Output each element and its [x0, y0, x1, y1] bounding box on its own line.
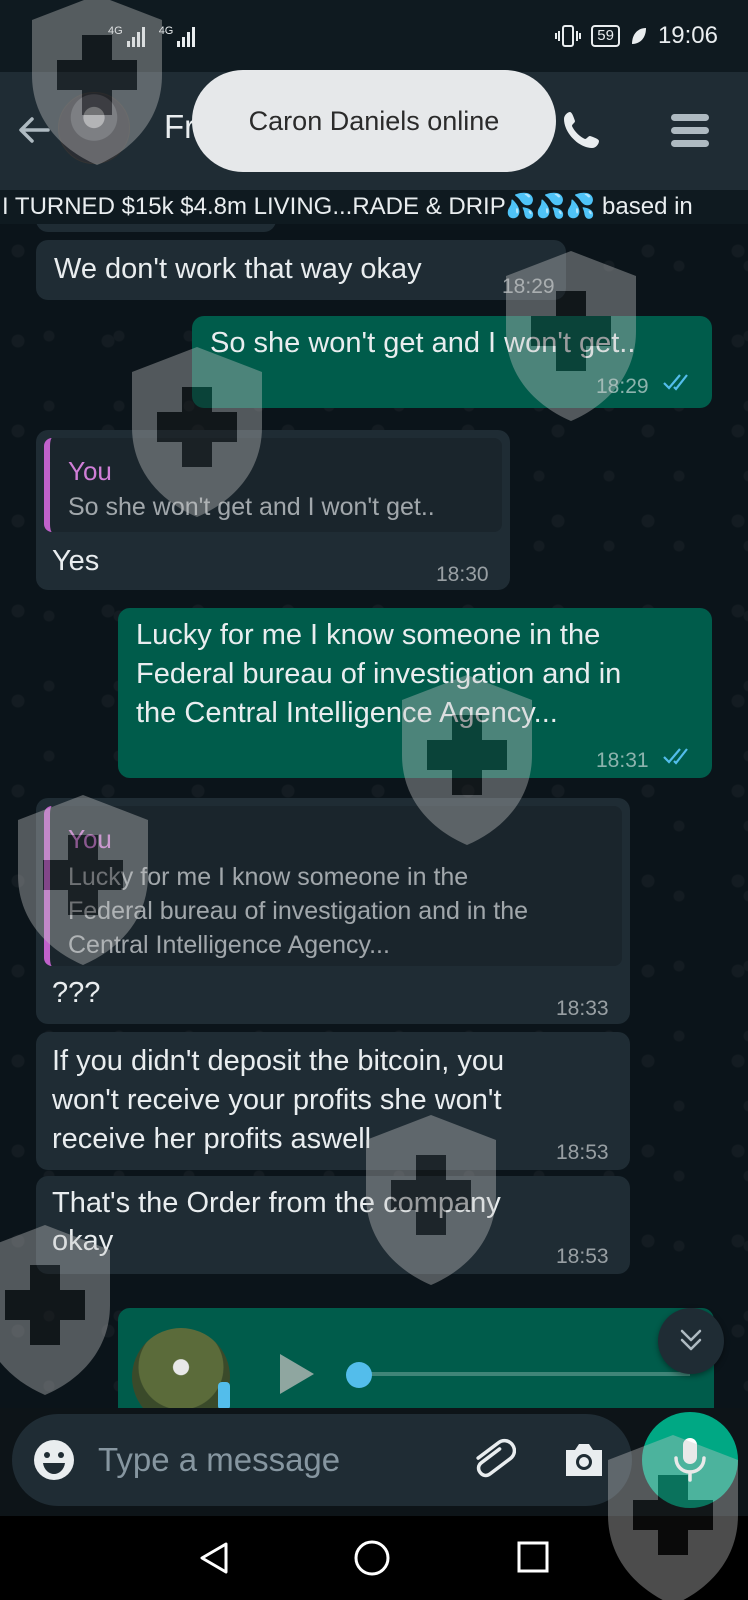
message-input[interactable]: [98, 1432, 448, 1488]
mic-badge-icon: [218, 1382, 230, 1408]
signal-1: 4G: [108, 25, 145, 47]
message-text-line: the Central Intelligence Agency...: [136, 697, 558, 729]
presence-toast: Caron Daniels online: [192, 70, 556, 172]
quote-author: You: [68, 824, 112, 854]
emoji-icon[interactable]: [32, 1438, 76, 1482]
message-text-line: Federal bureau of investigation and in: [136, 658, 622, 690]
contact-about-banner: I TURNED $15k $4.8m LIVING...RADE & DRIP…: [0, 190, 748, 224]
quoted-message[interactable]: You So she won't get and I won't get..: [44, 438, 502, 532]
signal-2: 4G: [159, 25, 196, 47]
message-text-line: okay: [52, 1225, 114, 1257]
vibrate-icon: [555, 25, 582, 47]
nav-recent-icon[interactable]: [516, 1540, 550, 1574]
message-incoming[interactable]: That's the Order from the company okay 1…: [36, 1176, 630, 1274]
attach-icon[interactable]: [468, 1436, 516, 1484]
mic-icon: [674, 1438, 706, 1482]
message-time: 18:53: [556, 1141, 609, 1164]
message-outgoing[interactable]: Lucky for me I know someone in the Feder…: [118, 608, 712, 778]
message-time: 18:33: [556, 997, 609, 1020]
message-text: ???: [52, 977, 101, 1009]
message-text: Yes: [52, 545, 100, 577]
nav-back-icon[interactable]: [196, 1540, 232, 1576]
read-ticks-icon: [663, 748, 688, 765]
message-outgoing[interactable]: So she won't get and I won't get.. 18:29: [192, 316, 712, 408]
audio-progress-knob[interactable]: [346, 1362, 372, 1388]
signal-indicators: 4G 4G: [108, 25, 196, 47]
message-composer: [12, 1414, 632, 1506]
play-icon[interactable]: [276, 1352, 316, 1396]
contact-avatar[interactable]: [58, 92, 130, 164]
message-bubble-partial: [36, 224, 276, 232]
message-incoming-reply[interactable]: You So she won't get and I won't get.. Y…: [36, 430, 510, 590]
audio-progress-track[interactable]: [354, 1372, 690, 1376]
status-bar: 4G 4G 59 19:06: [0, 0, 748, 72]
camera-icon[interactable]: [562, 1438, 606, 1482]
voice-record-button[interactable]: [642, 1412, 738, 1508]
message-time: 18:31: [596, 749, 649, 772]
nav-home-icon[interactable]: [352, 1538, 392, 1578]
message-incoming[interactable]: If you didn't deposit the bitcoin, you w…: [36, 1032, 630, 1170]
voice-sender-avatar: [132, 1328, 230, 1408]
message-time: 18:29: [502, 275, 555, 298]
message-time: 18:29: [596, 375, 649, 398]
back-arrow-icon[interactable]: [14, 110, 54, 150]
message-text: So she won't get and I won't get..: [210, 327, 636, 359]
leaf-icon: [631, 28, 646, 44]
message-incoming-reply[interactable]: You Lucky for me I know someone in the F…: [36, 798, 630, 1024]
quoted-message[interactable]: You Lucky for me I know someone in the F…: [44, 806, 622, 966]
system-nav-bar: [0, 1516, 748, 1600]
message-text-line: If you didn't deposit the bitcoin, you: [52, 1045, 505, 1077]
chat-area[interactable]: We don't work that way okay 18:29 So she…: [0, 224, 748, 1408]
quote-text-line: Central Intelligence Agency...: [68, 931, 390, 959]
chevron-down-icon: [680, 1329, 702, 1351]
scroll-to-bottom-button[interactable]: [658, 1308, 724, 1374]
status-right: 59 19:06: [555, 22, 718, 50]
quote-author: You: [68, 456, 112, 486]
quote-text-line: Lucky for me I know someone in the: [68, 863, 469, 891]
call-icon[interactable]: [560, 108, 604, 152]
message-incoming[interactable]: We don't work that way okay 18:29: [36, 240, 566, 300]
message-text: We don't work that way okay: [54, 253, 422, 285]
battery-indicator: 59: [591, 25, 620, 47]
message-text-line: won't receive your profits she won't: [52, 1084, 502, 1116]
message-time: 18:30: [436, 563, 489, 586]
quote-text: So she won't get and I won't get..: [68, 493, 435, 521]
menu-icon[interactable]: [668, 108, 712, 152]
message-time: 18:53: [556, 1245, 609, 1268]
clock: 19:06: [657, 22, 718, 49]
quote-text-line: Federal bureau of investigation and in t…: [68, 897, 529, 925]
message-text-line: That's the Order from the company: [52, 1187, 501, 1219]
message-text-line: Lucky for me I know someone in the: [136, 619, 601, 651]
voice-message[interactable]: [118, 1308, 714, 1408]
read-ticks-icon: [663, 374, 688, 391]
signal-1-label: 4G: [108, 25, 123, 37]
message-text-line: receive her profits aswell: [52, 1123, 372, 1155]
signal-2-label: 4G: [158, 25, 174, 37]
